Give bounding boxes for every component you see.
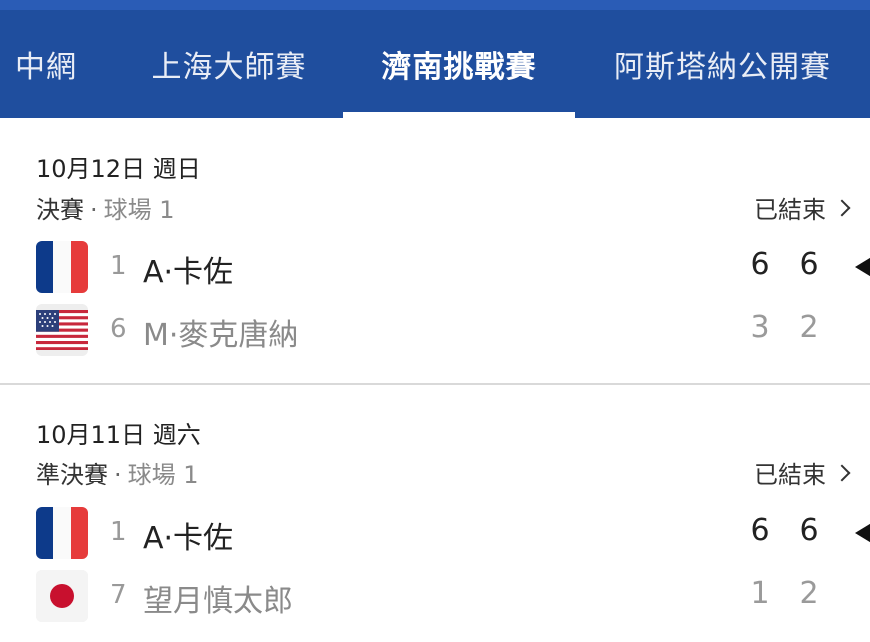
app-root: 中網 上海大師賽 濟南挑戰賽 阿斯塔納公開賽 10月12日 週日 決賽 · 球場 1… xyxy=(0,0,870,642)
set-1-score: 1 xyxy=(750,576,770,611)
player-row-loser[interactable]: 6 M·麥克唐納 3 2 xyxy=(0,302,870,358)
tournament-tab-bar: 中網 上海大師賽 濟南挑戰賽 阿斯塔納公開賽 xyxy=(0,0,870,118)
winner-indicator-icon xyxy=(855,256,870,278)
france-flag-icon xyxy=(36,507,88,559)
player-name: A·卡佐 xyxy=(143,521,234,556)
player-name: 望月慎太郎 xyxy=(143,584,293,619)
tabs-container: 中網 上海大師賽 濟南挑戰賽 阿斯塔納公開賽 xyxy=(0,10,870,118)
match-court: 球場 1 xyxy=(103,196,175,224)
match-status: 已結束 xyxy=(754,196,826,224)
match-round: 準決賽 xyxy=(36,461,108,489)
tab-china-open[interactable]: 中網 xyxy=(0,10,92,118)
match-round-court: 準決賽 · 球場 1 xyxy=(36,455,199,490)
match-round-court: 決賽 · 球場 1 xyxy=(36,190,175,225)
tab-astana-open[interactable]: 阿斯塔納公開賽 xyxy=(585,10,860,118)
player-seed: 6 xyxy=(110,314,127,344)
tab-shanghai-masters[interactable]: 上海大師賽 xyxy=(110,10,348,118)
set-2-score: 2 xyxy=(799,310,819,345)
match-card-semifinal[interactable]: 10月11日 週六 準決賽 · 球場 1 已結束 1 A·卡佐 6 6 7 望月慎太… xyxy=(0,385,870,642)
chevron-right-icon xyxy=(834,461,856,485)
player-row-winner[interactable]: 1 A·卡佐 6 6 xyxy=(0,505,870,561)
set-1-score: 3 xyxy=(750,310,770,345)
match-date: 10月12日 週日 xyxy=(36,155,201,183)
tab-jinan-challenger[interactable]: 濟南挑戰賽 xyxy=(343,10,575,118)
match-round: 決賽 xyxy=(36,196,84,224)
set-1-score: 6 xyxy=(750,513,770,548)
japan-flag-icon xyxy=(36,570,88,622)
winner-indicator-icon xyxy=(855,522,870,544)
player-seed: 1 xyxy=(110,517,127,547)
player-seed: 7 xyxy=(110,580,127,610)
set-2-score: 2 xyxy=(799,576,819,611)
set-2-score: 6 xyxy=(799,247,819,282)
round-separator: · xyxy=(114,461,122,489)
player-name: A·卡佐 xyxy=(143,255,234,290)
match-status: 已結束 xyxy=(754,461,826,489)
player-seed: 1 xyxy=(110,251,127,281)
match-status-link[interactable]: 已結束 xyxy=(754,190,856,225)
france-flag-icon xyxy=(36,241,88,293)
set-1-score: 6 xyxy=(750,247,770,282)
usa-flag-icon xyxy=(36,304,88,356)
chevron-right-icon xyxy=(834,196,856,220)
match-court: 球場 1 xyxy=(127,461,199,489)
round-separator: · xyxy=(90,196,98,224)
player-name: M·麥克唐納 xyxy=(143,318,299,353)
match-card-final[interactable]: 10月12日 週日 決賽 · 球場 1 已結束 1 A·卡佐 6 6 6 M·麥… xyxy=(0,118,870,383)
header-top-strip xyxy=(0,0,870,10)
set-2-score: 6 xyxy=(799,513,819,548)
match-status-link[interactable]: 已結束 xyxy=(754,455,856,490)
player-row-winner[interactable]: 1 A·卡佐 6 6 xyxy=(0,239,870,295)
match-date: 10月11日 週六 xyxy=(36,421,201,449)
player-row-loser[interactable]: 7 望月慎太郎 1 2 xyxy=(0,568,870,624)
